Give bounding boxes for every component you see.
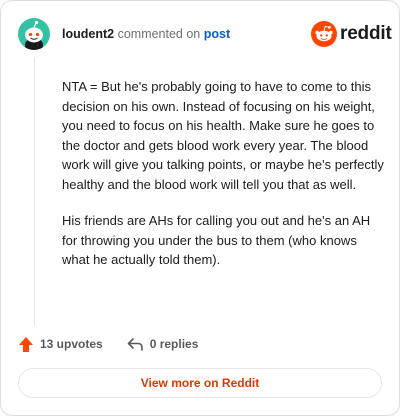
reddit-logo-icon (311, 21, 337, 47)
upvote-button[interactable]: 13 upvotes (18, 336, 103, 353)
upvotes-count: 13 upvotes (40, 337, 103, 351)
comment-actions: 13 upvotes 0 replies (18, 334, 198, 354)
replies-button[interactable]: 0 replies (127, 337, 199, 352)
comment-paragraph: His friends are AHs for calling you out … (62, 213, 371, 267)
thread-line (34, 57, 35, 325)
snoo-avatar-icon (25, 20, 43, 50)
view-more-button[interactable]: View more on Reddit (18, 368, 382, 398)
comment-paragraph: NTA = But he's probably going to have to… (62, 79, 384, 192)
post-link[interactable]: post (204, 27, 230, 41)
username-link[interactable]: loudent2 (62, 27, 114, 41)
comment-body: NTA = But he's probably going to have to… (62, 77, 384, 287)
reddit-brand-link[interactable]: reddit (311, 19, 392, 49)
reply-arrow-icon (127, 337, 143, 351)
upvote-arrow-icon (19, 336, 33, 352)
comment-header: loudent2 commented on post (62, 27, 230, 41)
reddit-wordmark: reddit (340, 23, 392, 44)
avatar[interactable] (18, 18, 50, 50)
action-text: commented on (117, 27, 201, 41)
comment-embed-card: loudent2 commented on post reddit NTA = … (0, 0, 400, 416)
replies-count: 0 replies (149, 337, 199, 351)
